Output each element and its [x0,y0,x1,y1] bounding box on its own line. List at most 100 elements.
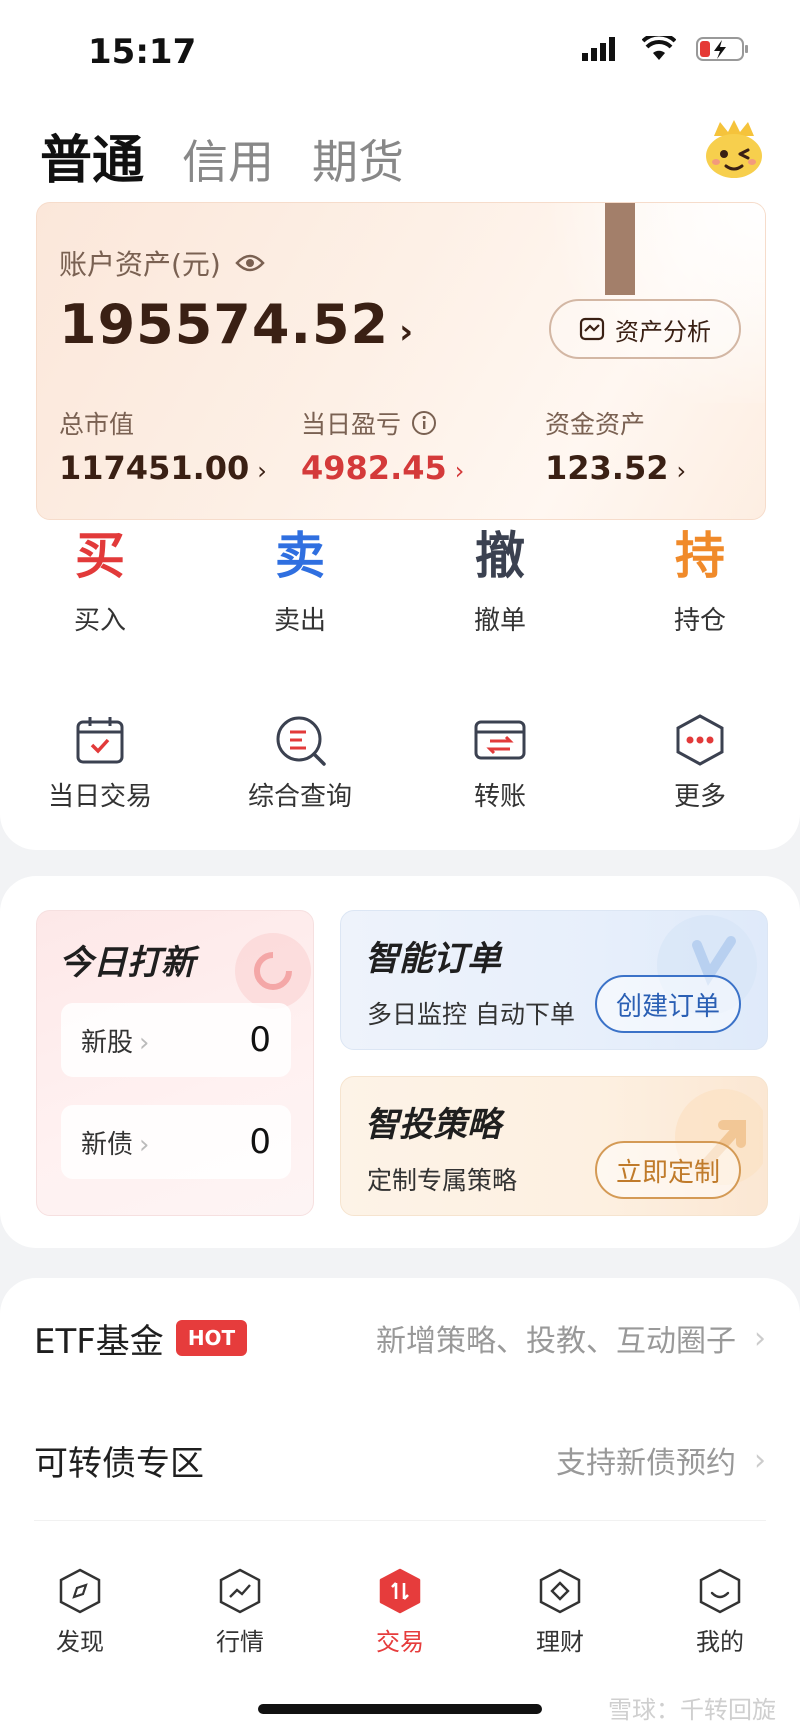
stat-daily-pnl[interactable]: 当日盈亏 4982.45 › [301,405,464,487]
ipo-row-label: 新股 › [81,1027,150,1058]
tab-credit[interactable]: 信用 [182,126,274,192]
transfer-icon [474,720,526,760]
calendar-check-icon [76,717,124,764]
daily-trades-action[interactable]: 当日交易 [0,712,200,813]
ipo-row-bonds[interactable]: 新债 › 0 [61,1105,291,1179]
account-section: 普通 信用 期货 账户资产(元) 195574.52 › 资产分析 总市值 11… [0,100,800,850]
holdings-glyph: 持 [675,527,725,585]
ipo-row-count: 0 [249,1122,271,1162]
smart-order-title: 智能订单 [365,939,501,979]
chevron-right-icon: › [454,457,465,485]
home-indicator[interactable] [258,1704,542,1714]
strategy-subtitle: 定制专属策略 [367,1166,518,1195]
more-action[interactable]: 更多 [600,712,800,813]
list-title: 可转债专区 [34,1436,204,1485]
trade-icon [379,1568,421,1614]
sell-action[interactable]: 卖 卖出 [200,520,400,637]
battery-icon [696,37,748,61]
list-item-etf[interactable]: ETF基金 HOT 新增策略、投教、互动圈子 › [34,1278,766,1398]
query-label: 综合查询 [247,782,352,812]
status-icons [582,36,750,62]
wealth-icon [539,1568,581,1614]
chevron-right-icon: › [399,312,415,352]
sell-glyph: 卖 [275,527,325,585]
strategy-title: 智投策略 [365,1105,501,1145]
ipo-row-label: 新债 › [81,1129,150,1160]
stat-label: 当日盈亏 [301,405,464,441]
nav-trade-label: 交易 [376,1628,424,1656]
total-assets[interactable]: 195574.52 › [59,293,414,356]
convertible-subtitle: 支持新债预约 [556,1446,736,1481]
nav-profile-label: 我的 [696,1628,744,1656]
nav-discover[interactable]: 发现 [25,1568,135,1657]
ipo-title: 今日打新 [59,943,195,983]
nav-discover-label: 发现 [56,1628,104,1656]
customize-button[interactable]: 立即定制 [595,1141,741,1199]
asset-title: 账户资产(元) [59,243,265,283]
profile-icon [699,1568,741,1614]
chevron-right-icon: › [754,1442,766,1478]
chevron-right-icon: › [754,1320,766,1356]
asset-card[interactable]: 账户资产(元) 195574.52 › 资产分析 总市值 117451.00 › 当… [36,202,766,520]
etf-subtitle: 新增策略、投教、互动圈子 [376,1324,736,1359]
nav-market[interactable]: 行情 [185,1568,295,1657]
status-time: 15:17 [88,32,197,72]
transfer-action[interactable]: 转账 [400,712,600,813]
signal-icon [582,37,615,61]
tab-normal[interactable]: 普通 [40,118,144,193]
buy-action[interactable]: 买 买入 [0,520,200,637]
feature-panel: 今日打新 新股 › 0 新债 › 0 智能订单 多日监控 自动下单 创建订单 智投策… [0,876,800,1248]
nav-market-label: 行情 [216,1628,264,1656]
total-assets-value: 195574.52 [59,293,390,356]
stat-market-value[interactable]: 总市值 117451.00 › [59,405,267,487]
nav-wealth[interactable]: 理财 [505,1568,615,1657]
asset-analysis-label: 资产分析 [615,317,711,346]
list-subtitle: 新增策略、投教、互动圈子 › [376,1316,766,1360]
eye-icon[interactable] [235,253,265,273]
list-item-convertible[interactable]: 可转债专区 支持新债预约 › [34,1400,766,1520]
watermark: 雪球：千转回旋 [608,1696,776,1724]
smart-order-subtitle: 多日监控 自动下单 [367,1000,575,1029]
stat-value: 4982.45 › [301,449,465,487]
smart-order-card[interactable]: 智能订单 多日监控 自动下单 创建订单 [340,910,768,1050]
sell-label: 卖出 [273,606,326,636]
asset-analysis-button[interactable]: 资产分析 [549,299,741,359]
ipo-row-stocks[interactable]: 新股 › 0 [61,1003,291,1077]
more-icon [676,714,724,766]
strategy-card[interactable]: 智投策略 定制专属策略 立即定制 [340,1076,768,1216]
buy-glyph: 买 [75,527,125,585]
nav-trade[interactable]: 交易 [345,1568,455,1657]
chart-icon [219,1568,261,1614]
stat-value: 117451.00 › [59,449,267,487]
bottom-nav: 发现 行情 交易 理财 我的 [0,1568,800,1678]
etf-title: ETF基金 [34,1321,164,1362]
create-order-button[interactable]: 创建订单 [595,975,741,1033]
avatar-icon[interactable] [700,114,768,182]
info-icon[interactable] [411,410,437,436]
wifi-icon [642,36,676,60]
asset-card-ribbon [605,203,635,295]
list-title: ETF基金 HOT [34,1314,248,1363]
nav-profile[interactable]: 我的 [665,1568,775,1657]
holdings-action[interactable]: 持 持仓 [600,520,800,637]
more-label: 更多 [673,782,726,812]
chevron-right-icon: › [257,457,267,485]
hot-badge: HOT [175,1320,248,1356]
list-subtitle: 支持新债预约 › [556,1438,766,1482]
ipo-card[interactable]: 今日打新 新股 › 0 新债 › 0 [36,910,314,1216]
stat-label: 资金资产 [545,410,646,439]
holdings-label: 持仓 [673,606,726,636]
stat-cash-assets[interactable]: 资金资产 123.52 › [545,405,686,487]
cancel-label: 撤单 [473,606,526,636]
quick-actions: 买 买入 卖 卖出 撤 撤单 持 持仓 [0,520,800,636]
transfer-label: 转账 [473,782,526,812]
cancel-glyph: 撤 [475,527,525,585]
cancel-order-action[interactable]: 撤 撤单 [400,520,600,637]
stat-value: 123.52 › [545,449,687,487]
query-action[interactable]: 综合查询 [200,712,400,813]
tool-actions: 当日交易 综合查询 转账 更多 [0,712,800,812]
stat-label: 总市值 [59,410,135,439]
ipo-row-count: 0 [249,1020,271,1060]
tab-futures[interactable]: 期货 [312,126,404,192]
daily-trades-label: 当日交易 [47,782,152,812]
